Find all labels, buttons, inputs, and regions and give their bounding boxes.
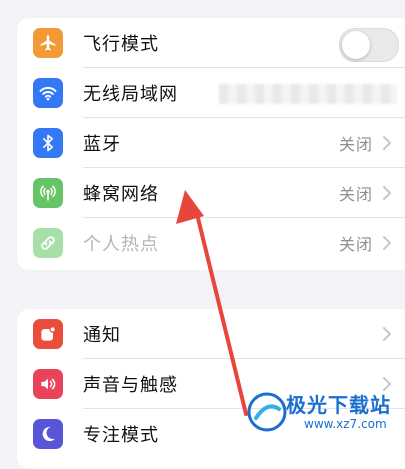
chevron-right-icon	[383, 186, 391, 200]
sounds-haptics-label: 声音与触感	[83, 375, 178, 396]
notification-icon	[33, 319, 63, 349]
cellular-row[interactable]: 蜂窝网络 关闭	[17, 168, 405, 218]
connectivity-settings-group: 飞行模式 无线局域网 蓝牙 关闭 蜂窝网络 关闭 个人热点 关闭	[17, 18, 405, 270]
moon-icon	[33, 419, 63, 449]
bluetooth-label: 蓝牙	[83, 134, 121, 155]
airplane-icon	[33, 28, 63, 58]
cellular-label: 蜂窝网络	[83, 184, 159, 205]
chevron-right-icon	[383, 136, 391, 150]
airplane-mode-label: 飞行模式	[83, 34, 159, 55]
wifi-row[interactable]: 无线局域网	[17, 68, 405, 118]
bluetooth-icon	[33, 128, 63, 158]
personal-hotspot-status: 关闭	[338, 235, 373, 254]
notifications-label: 通知	[83, 325, 121, 346]
watermark-url: www.xz7.com	[304, 417, 387, 431]
notifications-row[interactable]: 通知	[17, 309, 405, 359]
hotspot-icon	[33, 228, 63, 258]
wifi-label: 无线局域网	[83, 84, 178, 105]
airplane-mode-row[interactable]: 飞行模式	[17, 18, 405, 68]
personal-hotspot-label: 个人热点	[83, 234, 159, 255]
airplane-mode-toggle[interactable]	[339, 28, 399, 62]
blurred-network-name	[219, 84, 397, 104]
bluetooth-row[interactable]: 蓝牙 关闭	[17, 118, 405, 168]
focus-label: 专注模式	[83, 425, 159, 446]
sound-icon	[33, 369, 63, 399]
watermark-title: 极光下载站	[286, 393, 391, 417]
site-watermark: 极光下载站 www.xz7.com	[246, 385, 405, 444]
chevron-right-icon	[383, 236, 391, 250]
cellular-icon	[33, 178, 63, 208]
cellular-status: 关闭	[338, 185, 373, 204]
watermark-logo-icon	[247, 392, 287, 432]
chevron-right-icon	[383, 327, 391, 341]
wifi-icon	[33, 78, 63, 108]
personal-hotspot-row[interactable]: 个人热点 关闭	[17, 218, 405, 268]
bluetooth-status: 关闭	[338, 135, 373, 154]
